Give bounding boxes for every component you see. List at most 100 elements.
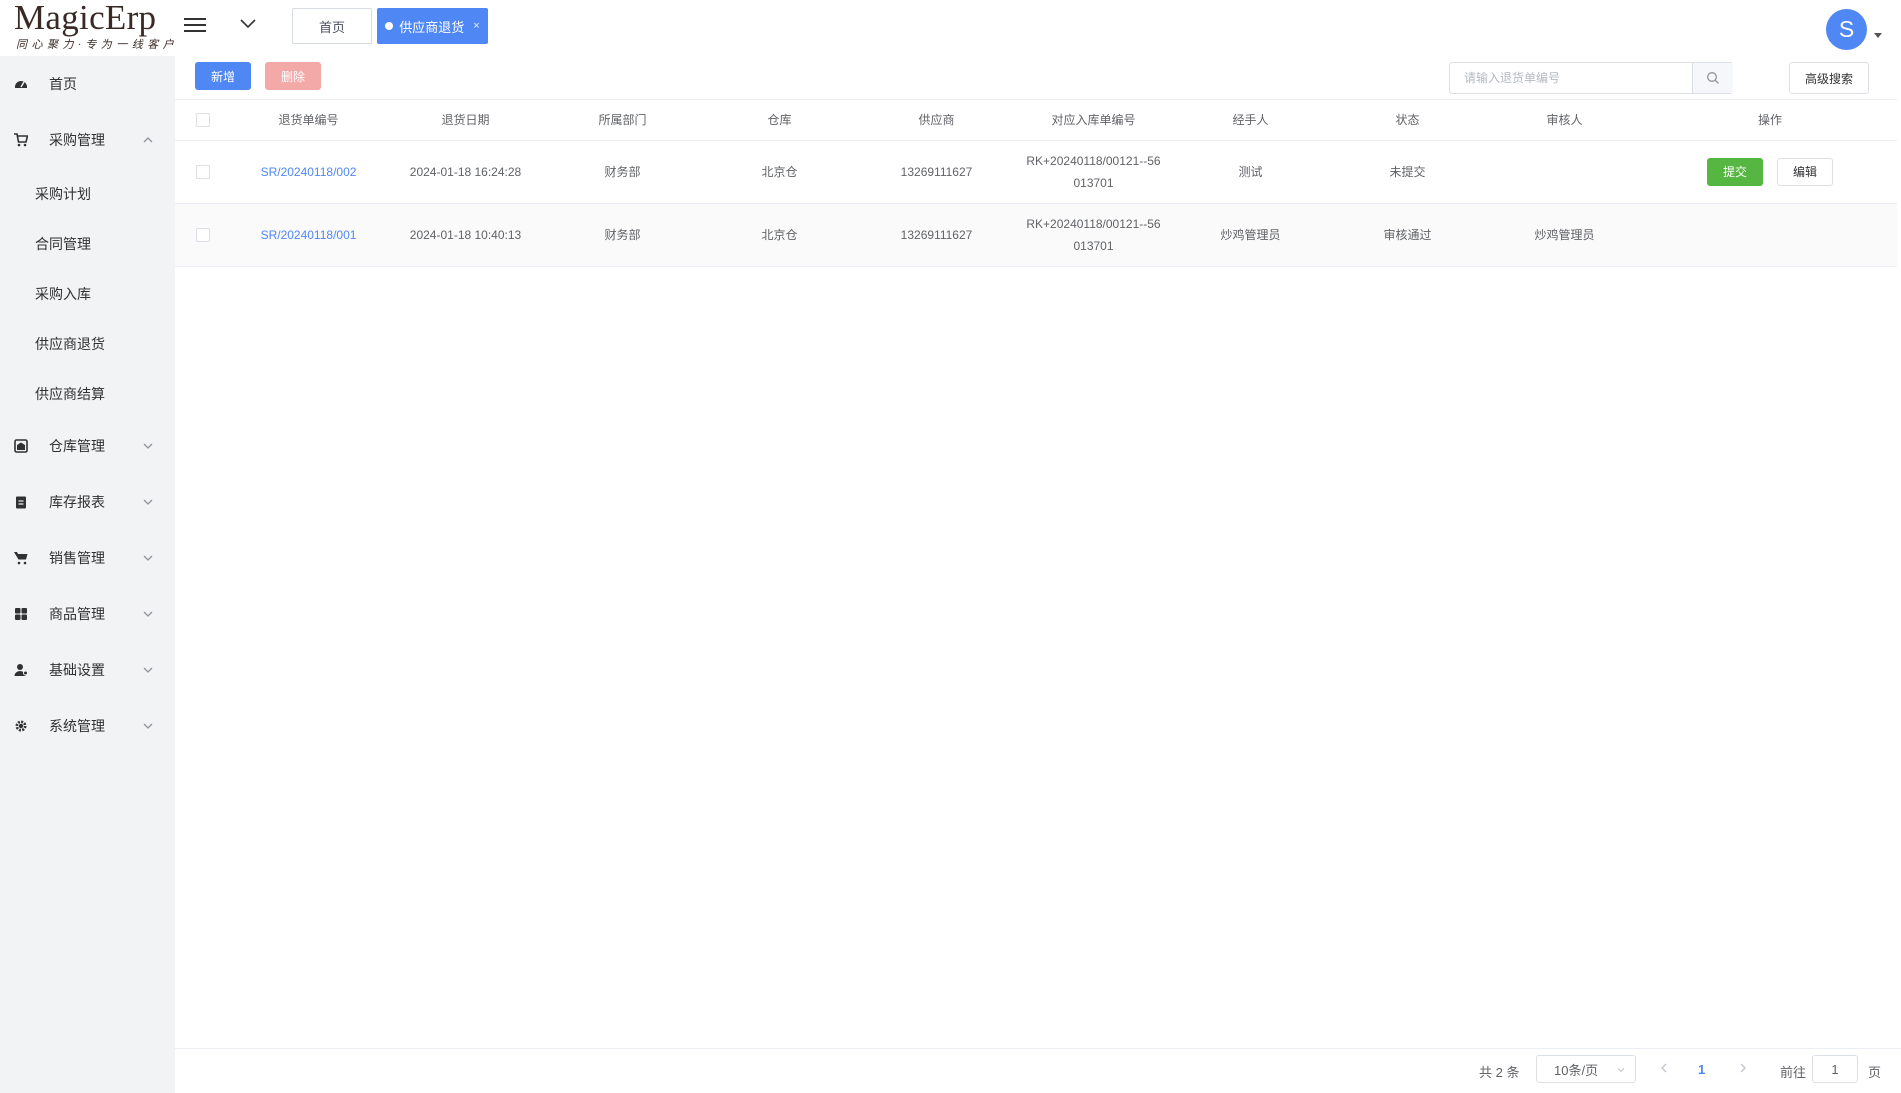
- logo: MagicErp 同心聚力·专为一线客户: [0, 0, 175, 56]
- page-size-value: 10条/页: [1554, 1062, 1599, 1078]
- sidebar-item-sales[interactable]: 销售管理: [0, 538, 175, 578]
- sidebar-subitem-purchase-plan[interactable]: 采购计划: [0, 174, 175, 214]
- column-header: 退货日期: [441, 113, 490, 127]
- column-header: 所属部门: [598, 113, 647, 127]
- inbound-sn-line: RK+20240118/00121--56: [1026, 154, 1161, 168]
- sidebar-item-label: 采购管理: [49, 132, 105, 148]
- page-number[interactable]: 1: [1698, 1062, 1705, 1077]
- advanced-search-button[interactable]: 高级搜索: [1789, 62, 1869, 94]
- search-box: [1449, 62, 1733, 94]
- clipboard-icon: [16, 496, 26, 509]
- tab-supplier-return[interactable]: 供应商退货 ×: [377, 8, 488, 44]
- warehouse-cell: 北京仓: [761, 228, 798, 242]
- status-cell: 未提交: [1389, 165, 1426, 179]
- sidebar-subitem-supplier-settlement[interactable]: 供应商结算: [0, 374, 175, 414]
- column-header: 退货单编号: [278, 113, 339, 127]
- return-sn-cell: SR/20240118/002: [230, 141, 387, 203]
- sidebar-item-label: 系统管理: [49, 718, 105, 734]
- handler-cell: 炒鸡管理员: [1220, 228, 1281, 242]
- tab-close-icon[interactable]: ×: [473, 20, 479, 32]
- caret-down-icon[interactable]: [1874, 33, 1882, 38]
- sidebar-item-home[interactable]: 首页: [0, 64, 175, 104]
- sidebar-subitem-label: 采购入库: [35, 286, 91, 302]
- goto-label: 前往: [1780, 1065, 1807, 1080]
- return-sn-link[interactable]: SR/20240118/002: [261, 161, 357, 183]
- chevron-down-icon: [143, 555, 153, 561]
- sidebar-subitem-purchase-inbound[interactable]: 采购入库: [0, 274, 175, 314]
- row-checkbox[interactable]: [195, 165, 210, 179]
- warehouse-icon: [14, 439, 28, 453]
- sidebar-subitem-label: 供应商退货: [35, 336, 105, 352]
- avatar[interactable]: S: [1826, 9, 1867, 50]
- row-checkbox-cell: [175, 204, 230, 266]
- pagination: 共 2 条 10条/页 1 前往 页: [175, 1048, 1901, 1093]
- submit-button[interactable]: 提交: [1707, 158, 1763, 186]
- column-header: 仓库: [767, 113, 792, 127]
- reviewer-cell: 炒鸡管理员: [1534, 228, 1595, 242]
- tab-home[interactable]: 首页: [292, 8, 372, 44]
- inbound-sn-cell: RK+20240118/00121--56 013701: [1015, 204, 1172, 266]
- sidebar-item-warehouse[interactable]: 仓库管理: [0, 426, 175, 466]
- edit-button[interactable]: 编辑: [1777, 158, 1833, 186]
- column-header: 供应商: [918, 113, 955, 127]
- next-page-icon[interactable]: [1736, 1059, 1750, 1077]
- column-header: 对应入库单编号: [1051, 113, 1136, 127]
- return-sn-cell: SR/20240118/001: [230, 204, 387, 266]
- return-date-cell: 2024-01-18 16:24:28: [409, 165, 522, 179]
- inbound-sn-cell: RK+20240118/00121--56 013701: [1015, 141, 1172, 203]
- column-header: 经手人: [1232, 113, 1269, 127]
- sidebar-item-inventory-report[interactable]: 库存报表: [0, 482, 175, 522]
- prev-page-icon[interactable]: [1657, 1059, 1671, 1077]
- logo-slogan: 同心聚力·专为一线客户: [16, 39, 179, 51]
- sidebar-subitem-contract[interactable]: 合同管理: [0, 224, 175, 264]
- page-size-select[interactable]: 10条/页: [1536, 1055, 1636, 1083]
- tab-supplier-return-label: 供应商退货: [399, 19, 465, 35]
- row-checkbox[interactable]: [195, 228, 210, 242]
- sidebar-subitem-supplier-return[interactable]: 供应商退货: [0, 324, 175, 364]
- reviewer-cell: [1486, 141, 1643, 203]
- main-content: 新增 删除 高级搜索 退货单编号 退货日期 所属部门 仓库 供应商 对应入库单编…: [175, 56, 1901, 1093]
- handler-cell: 测试: [1238, 165, 1263, 179]
- sidebar-item-label: 基础设置: [49, 662, 105, 678]
- sidebar-item-label: 库存报表: [49, 494, 105, 510]
- column-header: 操作: [1757, 113, 1782, 127]
- sidebar-item-purchase[interactable]: 采购管理: [0, 120, 175, 160]
- return-sn-link[interactable]: SR/20240118/001: [261, 224, 357, 246]
- delete-button[interactable]: 删除: [265, 62, 321, 90]
- table-row: SR/20240118/001 2024-01-18 10:40:13 财务部 …: [175, 204, 1897, 267]
- sidebar: 首页 采购管理 采购计划 合同管理 采购入库 供应商退货 供应商结算 仓库管理: [0, 56, 175, 1093]
- search-button[interactable]: [1692, 63, 1733, 93]
- sidebar-item-label: 商品管理: [49, 606, 105, 622]
- supplier-cell: 13269111627: [900, 165, 973, 179]
- inbound-sn-line: RK+20240118/00121--56: [1026, 217, 1161, 231]
- return-order-table: 退货单编号 退货日期 所属部门 仓库 供应商 对应入库单编号 经手人 状态 审核…: [175, 99, 1897, 267]
- goto-suffix: 页: [1868, 1065, 1882, 1080]
- sidebar-item-label: 仓库管理: [49, 438, 105, 454]
- pagination-total: 共 2 条: [1479, 1065, 1520, 1080]
- department-cell: 财务部: [604, 228, 641, 242]
- inbound-sn-line: 013701: [1073, 176, 1114, 190]
- menu-toggle-icon[interactable]: [184, 14, 210, 36]
- select-all-checkbox[interactable]: [195, 113, 210, 127]
- goto-page-input[interactable]: [1812, 1055, 1858, 1083]
- actions-cell: 提交 编辑: [1643, 141, 1897, 203]
- logo-text: MagicErp: [14, 0, 157, 37]
- chevron-down-icon: [1617, 1068, 1625, 1073]
- chevron-down-icon: [143, 611, 153, 617]
- return-date-cell: 2024-01-18 10:40:13: [409, 228, 522, 242]
- search-input[interactable]: [1450, 63, 1690, 93]
- sidebar-item-system[interactable]: 系统管理: [0, 706, 175, 746]
- column-header: 状态: [1395, 113, 1420, 127]
- sidebar-item-basic-settings[interactable]: 基础设置: [0, 650, 175, 690]
- add-button[interactable]: 新增: [195, 62, 251, 90]
- chevron-down-icon[interactable]: [236, 12, 260, 36]
- dashboard-icon: [15, 81, 27, 88]
- table-row: SR/20240118/002 2024-01-18 16:24:28 财务部 …: [175, 141, 1897, 204]
- row-checkbox-cell: [175, 141, 230, 203]
- active-dot-icon: [385, 22, 394, 30]
- search-icon: [1707, 72, 1719, 84]
- shopping-cart-icon: [14, 552, 28, 565]
- sidebar-subitem-label: 采购计划: [35, 186, 91, 202]
- chevron-down-icon: [143, 667, 153, 673]
- sidebar-item-goods[interactable]: 商品管理: [0, 594, 175, 634]
